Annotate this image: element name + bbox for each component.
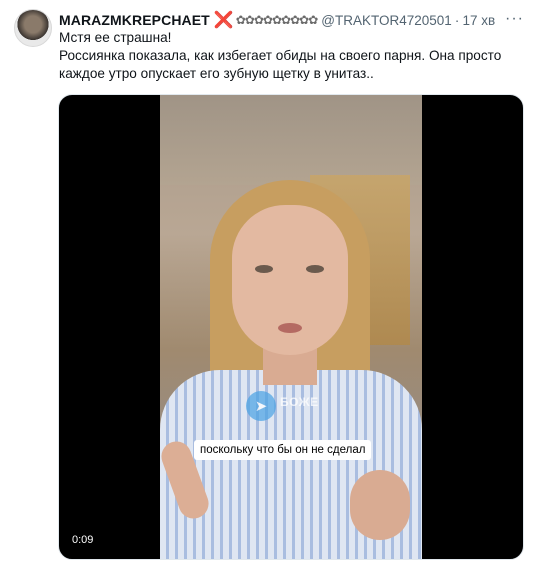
video-frame: ➤ БОЖЕ поскольку что бы он не сделал bbox=[160, 95, 422, 559]
person-eye-left bbox=[255, 265, 273, 273]
tweet-text: Мстя ее страшна! Россиянка показала, как… bbox=[59, 29, 527, 83]
video-player[interactable]: ➤ БОЖЕ поскольку что бы он не сделал 0:0… bbox=[58, 94, 524, 560]
decor-flowers: ✿✿✿✿✿✿✿✿✿ bbox=[235, 13, 318, 27]
more-options-icon[interactable]: ··· bbox=[505, 10, 524, 28]
video-caption: поскольку что бы он не сделал bbox=[194, 440, 372, 460]
tweet-text-line2: Россиянка показала, как избегает обиды н… bbox=[59, 48, 502, 81]
video-duration: 0:09 bbox=[67, 533, 99, 547]
person-eye-right bbox=[306, 265, 324, 273]
tweet[interactable]: MARAZMKREPCHAET ❌ ✿✿✿✿✿✿✿✿✿ @TRAKTOR4720… bbox=[0, 0, 538, 567]
person-mouth bbox=[278, 323, 302, 333]
watermark-text: БОЖЕ bbox=[280, 395, 319, 409]
author-handle[interactable]: @TRAKTOR4720501 bbox=[321, 13, 452, 28]
person-hand-right bbox=[350, 470, 410, 540]
cross-mark-icon: ❌ bbox=[213, 12, 234, 29]
timestamp[interactable]: 17 хв bbox=[462, 13, 495, 28]
separator-dot: · bbox=[454, 12, 460, 28]
telegram-icon: ➤ bbox=[246, 391, 276, 421]
scene-wall bbox=[160, 95, 422, 185]
tweet-text-line1: Мстя ее страшна! bbox=[59, 30, 172, 45]
tweet-header: MARAZMKREPCHAET ❌ ✿✿✿✿✿✿✿✿✿ @TRAKTOR4720… bbox=[59, 10, 526, 30]
author-name[interactable]: MARAZMKREPCHAET bbox=[59, 12, 210, 28]
avatar[interactable] bbox=[14, 9, 52, 47]
